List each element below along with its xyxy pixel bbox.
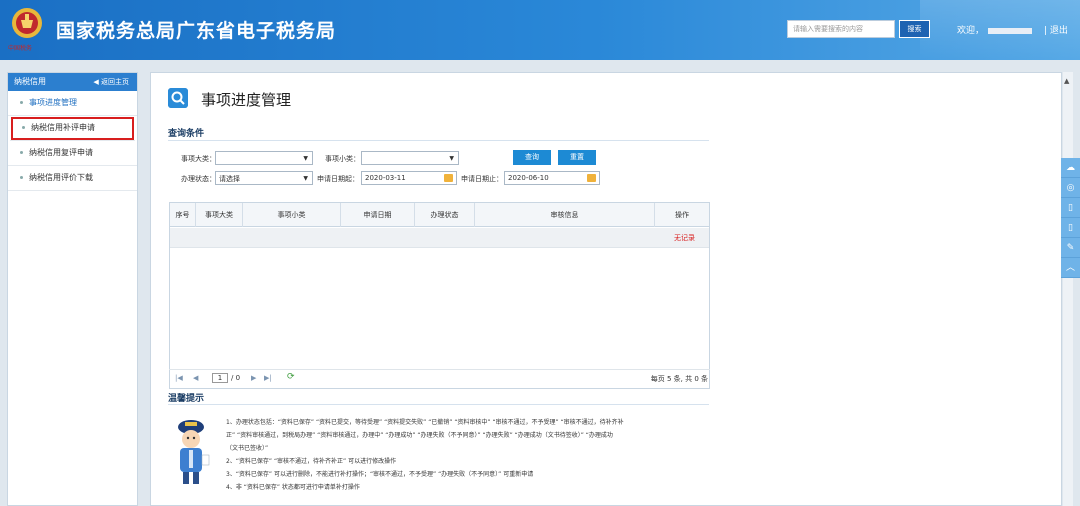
tax-emblem-icon: [12, 8, 42, 38]
sidebar: 纳税信用 ◀ 返回主页 事项进度管理 纳税信用补评申请 纳税信用复评申请 纳税信…: [7, 72, 138, 506]
column-header: 事项大类: [196, 203, 243, 227]
chevron-down-icon: ▼: [449, 155, 454, 162]
bullet-icon: [20, 176, 23, 179]
column-header: 审核信息: [475, 203, 655, 227]
logo-text: 中国税务: [8, 45, 33, 52]
sidebar-item-label: 事项进度管理: [29, 98, 77, 107]
results-table: 序号 事项大类 事项小类 申请日期 办理状态 审核信息 操作 无记录: [169, 202, 710, 389]
column-header: 序号: [170, 203, 196, 227]
search-input[interactable]: 请输入需要搜索的内容: [787, 20, 895, 38]
main-panel: 事项进度管理 查询条件 事项大类： ▼ 事项小类： ▼ 查询 重置 办理状态： …: [150, 72, 1062, 506]
tip-line: （文书已签收）”: [226, 445, 269, 452]
section-divider: [168, 140, 709, 141]
back-home-link[interactable]: ◀ 返回主页: [93, 73, 129, 91]
chevron-down-icon: ▼: [303, 175, 308, 182]
date-to-label: 申请日期止：: [461, 175, 503, 183]
floating-toolbar: ☁ ◎ ▯ ▯ ✎ ︿: [1061, 158, 1080, 288]
sidebar-item-supplement[interactable]: 纳税信用补评申请: [10, 116, 135, 141]
logout-link[interactable]: | 退出: [1044, 23, 1068, 36]
pagination-bar: |◀ ◀ 1 / 0 ▶ ▶| ⟳ 每页 5 条, 共 0 条: [169, 369, 710, 387]
major-category-select[interactable]: ▼: [215, 151, 313, 165]
column-header: 办理状态: [415, 203, 475, 227]
sidebar-title: 纳税信用: [14, 77, 46, 86]
tip-line: 3、“资料已保存” 可以进行删除，不能进行补打操作；“审核不通过，不予受理” “…: [226, 471, 534, 478]
bullet-icon: [20, 151, 23, 154]
no-record-text: 无记录: [674, 234, 695, 242]
username-redacted: [988, 27, 1033, 34]
chevron-down-icon: ▼: [303, 155, 308, 162]
sidebar-item-label: 纳税信用复评申请: [29, 148, 93, 157]
search-magnifier-icon: [168, 88, 188, 108]
date-from-value: 2020-03-11: [365, 174, 406, 182]
reset-button[interactable]: 重置: [558, 150, 596, 165]
refresh-icon[interactable]: ⟳: [287, 372, 295, 382]
tip-line: 4、非 “资料已保存” 状态都可进行申请单补打操作: [226, 484, 360, 491]
query-section-title: 查询条件: [168, 129, 205, 139]
page-info: 每页 5 条, 共 0 条: [650, 375, 708, 383]
site-title[interactable]: 国家税务总局广东省电子税务局: [56, 16, 336, 43]
tips-section-title: 温馨提示: [168, 394, 205, 404]
column-header: 事项小类: [243, 203, 341, 227]
bullet-icon: [22, 126, 25, 129]
tip-line: 正” “资料审核通过，到税局办理” “资料审核通过，办理中” “办理成功” “办…: [226, 432, 613, 439]
date-to-value: 2020-06-10: [508, 174, 549, 182]
welcome-text: 欢迎，: [957, 23, 1033, 36]
calendar-icon[interactable]: [587, 174, 596, 182]
date-to-field[interactable]: 2020-06-10: [504, 171, 600, 185]
last-page-icon[interactable]: ▶|: [264, 374, 272, 382]
feedback-icon[interactable]: ✎: [1061, 238, 1080, 258]
tip-line: 2、“资料已保存” “审核不通过，待补齐补正” 可以进行修改操作: [226, 458, 397, 465]
query-button[interactable]: 查询: [513, 150, 551, 165]
sidebar-item-label: 纳税信用补评申请: [31, 123, 95, 132]
next-page-icon[interactable]: ▶: [251, 374, 256, 382]
sidebar-item-progress[interactable]: 事项进度管理: [8, 91, 137, 116]
prev-page-icon[interactable]: ◀: [193, 374, 198, 382]
page-number-input[interactable]: 1: [212, 373, 228, 383]
major-category-label: 事项大类：: [181, 155, 216, 163]
header-bar: 中国税务 国家税务总局广东省电子税务局 请输入需要搜索的内容 搜索 欢迎， | …: [0, 0, 1080, 60]
calendar-icon[interactable]: [444, 174, 453, 182]
column-header: 申请日期: [341, 203, 415, 227]
tax-officer-mascot-icon: [178, 420, 210, 484]
sidebar-item-download[interactable]: 纳税信用评价下载: [8, 166, 137, 191]
tablet-icon[interactable]: ▯: [1061, 218, 1080, 238]
table-row: 无记录: [170, 228, 709, 248]
column-header: 操作: [675, 211, 689, 219]
total-pages: / 0: [231, 374, 241, 382]
table-header: 序号 事项大类 事项小类 申请日期 办理状态 审核信息 操作: [170, 203, 709, 227]
sidebar-item-label: 纳税信用评价下载: [29, 173, 93, 182]
welcome-label: 欢迎，: [957, 26, 985, 36]
date-from-label: 申请日期起：: [317, 175, 359, 183]
minor-category-select[interactable]: ▼: [361, 151, 459, 165]
vertical-scrollbar[interactable]: [1063, 72, 1073, 506]
bullet-icon: [20, 101, 23, 104]
tip-line: 1、办理状态包括：“资料已保存” “资料已提交，等待受理” “资料提交失败” “…: [226, 419, 624, 426]
weibo-icon[interactable]: ◎: [1061, 178, 1080, 198]
chat-icon[interactable]: ☁: [1061, 158, 1080, 178]
back-to-top-icon[interactable]: ︿: [1061, 258, 1080, 278]
date-from-field[interactable]: 2020-03-11: [361, 171, 457, 185]
scroll-up-icon[interactable]: ▲: [1064, 77, 1069, 85]
status-select[interactable]: 请选择 ▼: [215, 171, 313, 185]
status-label: 办理状态：: [181, 175, 216, 183]
first-page-icon[interactable]: |◀: [175, 374, 183, 382]
sidebar-item-review[interactable]: 纳税信用复评申请: [8, 141, 137, 166]
sidebar-header: 纳税信用 ◀ 返回主页: [8, 73, 137, 91]
mobile-app-icon[interactable]: ▯: [1061, 198, 1080, 218]
minor-category-label: 事项小类：: [325, 155, 360, 163]
search-button[interactable]: 搜索: [899, 20, 930, 38]
page-title: 事项进度管理: [201, 91, 292, 109]
section-divider: [168, 404, 709, 405]
status-select-value: 请选择: [219, 175, 240, 183]
